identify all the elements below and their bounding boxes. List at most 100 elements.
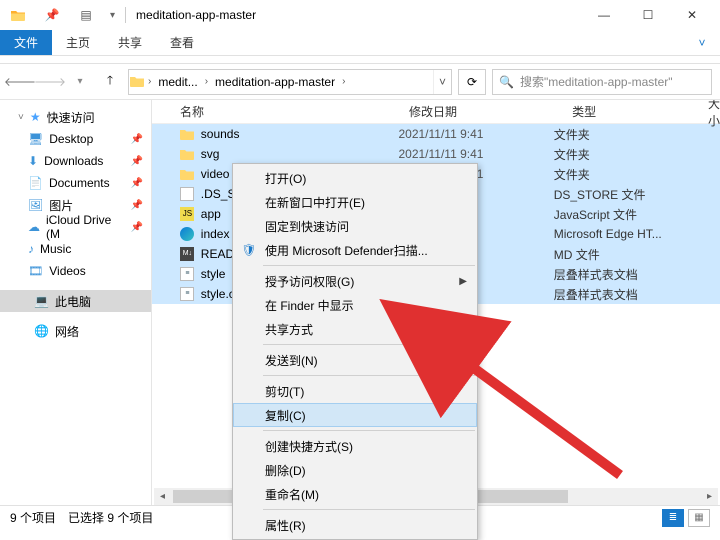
ribbon-expand-icon[interactable]: ˅ (684, 30, 720, 55)
search-input[interactable]: 🔍 搜索"meditation-app-master" (492, 69, 712, 95)
chevron-right-icon: ▶ (459, 276, 467, 287)
table-row[interactable]: svg2021/11/11 9:41文件夹 (152, 144, 720, 164)
tab-home[interactable]: 主页 (52, 30, 104, 55)
file-icon (180, 166, 195, 182)
scroll-left-icon[interactable]: ◂ (154, 488, 171, 505)
col-type[interactable]: 类型 (572, 103, 708, 120)
chevron-right-icon[interactable]: › (339, 76, 348, 87)
ctx-rename[interactable]: 重命名(M) (233, 482, 477, 506)
file-date: 2021/11/11 9:41 (398, 147, 553, 161)
music-icon: ♪ (28, 242, 34, 256)
ctx-share-with[interactable]: 共享方式▶ (233, 317, 477, 341)
desktop-icon: 🖥 (28, 132, 43, 146)
ctx-show-in-finder[interactable]: 在 Finder 中显示 (233, 293, 477, 317)
address-bar-row: 🡐 🡒 ▾ 🡑 › medit... › meditation-app-mast… (0, 64, 720, 100)
ctx-cut[interactable]: 剪切(T) (233, 379, 477, 403)
chevron-right-icon[interactable]: › (145, 76, 154, 87)
file-icon (180, 126, 195, 142)
address-dropdown-icon[interactable]: ˅ (433, 70, 451, 94)
view-large-button[interactable]: ▦ (688, 509, 710, 527)
star-icon: ★ (30, 110, 41, 124)
sidebar-this-pc[interactable]: 💻此电脑 (0, 290, 151, 312)
sidebar-item-videos[interactable]: 🎞Videos (0, 260, 151, 282)
sidebar-item-documents[interactable]: 📄Documents📌 (0, 172, 151, 194)
view-details-button[interactable]: ≣ (662, 509, 684, 527)
col-date[interactable]: 修改日期 (409, 103, 572, 120)
sidebar-item-downloads[interactable]: ⬇Downloads📌 (0, 150, 151, 172)
crumb-parent[interactable]: medit... (154, 70, 201, 94)
file-type: 层叠样式表文档 (554, 266, 720, 283)
file-icon: M↓ (180, 246, 195, 262)
sidebar-network[interactable]: 🌐网络 (0, 320, 151, 342)
col-size[interactable]: 大小 (708, 100, 720, 129)
nav-forward-button[interactable]: 🡒 (38, 70, 62, 94)
file-type: MD 文件 (554, 246, 720, 263)
minimize-button[interactable]: — (582, 0, 626, 30)
context-menu: 打开(O) 在新窗口中打开(E) 固定到快速访问 🛡使用 Microsoft D… (232, 163, 478, 540)
maximize-button[interactable]: ☐ (626, 0, 670, 30)
ctx-pin-quick-access[interactable]: 固定到快速访问 (233, 214, 477, 238)
file-icon: ≡ (180, 286, 195, 302)
file-type: 文件夹 (554, 166, 720, 183)
column-headers: 名称 修改日期 类型 大小 (152, 100, 720, 124)
file-icon (180, 146, 195, 162)
file-icon (180, 226, 195, 242)
ribbon-body (0, 56, 720, 64)
col-name[interactable]: 名称 (180, 103, 409, 120)
file-icon (180, 186, 195, 202)
documents-icon: 📄 (28, 176, 43, 190)
properties-icon[interactable]: ▤ (78, 7, 94, 23)
file-type: 文件夹 (554, 146, 720, 163)
nav-recent-button[interactable]: ▾ (68, 70, 92, 94)
chevron-right-icon: ▶ (459, 324, 467, 335)
file-icon: JS (180, 206, 195, 222)
network-icon: 🌐 (34, 324, 49, 338)
sidebar-item-music[interactable]: ♪Music (0, 238, 151, 260)
tab-view[interactable]: 查看 (156, 30, 208, 55)
sidebar-item-icloud[interactable]: ☁iCloud Drive (M📌 (0, 216, 151, 238)
tab-share[interactable]: 共享 (104, 30, 156, 55)
ctx-open[interactable]: 打开(O) (233, 166, 477, 190)
breadcrumb[interactable]: › medit... › meditation-app-master › ˅ (128, 69, 452, 95)
status-selected-count: 已选择 9 个项目 (68, 509, 153, 526)
file-type: DS_STORE 文件 (554, 186, 720, 203)
pictures-icon: 🖼 (28, 198, 43, 212)
nav-up-button[interactable]: 🡑 (98, 70, 122, 94)
chevron-right-icon[interactable]: › (202, 76, 211, 87)
ctx-open-new-window[interactable]: 在新窗口中打开(E) (233, 190, 477, 214)
ctx-send-to[interactable]: 发送到(N)▶ (233, 348, 477, 372)
ctx-delete[interactable]: 删除(D) (233, 458, 477, 482)
pc-icon: 💻 (34, 294, 49, 308)
chevron-right-icon: ▶ (459, 355, 467, 366)
nav-back-button[interactable]: 🡐 (8, 70, 32, 94)
shield-icon: 🛡 (241, 242, 257, 258)
close-button[interactable]: ✕ (670, 0, 714, 30)
file-type: Microsoft Edge HT... (554, 227, 720, 241)
file-name: sounds (201, 127, 399, 141)
sidebar-item-desktop[interactable]: 🖥Desktop📌 (0, 128, 151, 150)
file-type: 层叠样式表文档 (554, 286, 720, 303)
ctx-properties[interactable]: 属性(R) (233, 513, 477, 537)
file-type: JavaScript 文件 (554, 206, 720, 223)
crumb-current[interactable]: meditation-app-master (211, 70, 339, 94)
file-tab[interactable]: 文件 (0, 30, 52, 55)
file-name: svg (201, 147, 399, 161)
file-icon: ≡ (180, 266, 195, 282)
file-date: 2021/11/11 9:41 (398, 127, 553, 141)
divider (125, 7, 126, 23)
ribbon-tabs: 文件 主页 共享 查看 ˅ (0, 30, 720, 56)
title-bar: 📌 ▤ ▾ meditation-app-master — ☐ ✕ (0, 0, 720, 30)
status-item-count: 9 个项目 (10, 509, 56, 526)
ctx-copy[interactable]: 复制(C) (233, 403, 477, 427)
videos-icon: 🎞 (28, 264, 43, 278)
table-row[interactable]: sounds2021/11/11 9:41文件夹 (152, 124, 720, 144)
pin-icon[interactable]: 📌 (44, 7, 60, 23)
scroll-right-icon[interactable]: ▸ (701, 488, 718, 505)
qat-sep: ▾ (110, 10, 115, 21)
folder-icon (10, 7, 26, 23)
ctx-create-shortcut[interactable]: 创建快捷方式(S) (233, 434, 477, 458)
ctx-defender-scan[interactable]: 🛡使用 Microsoft Defender扫描... (233, 238, 477, 262)
refresh-button[interactable]: ⟳ (458, 69, 486, 95)
ctx-grant-access[interactable]: 授予访问权限(G)▶ (233, 269, 477, 293)
sidebar-quick-access[interactable]: ˅ ★ 快速访问 (0, 106, 151, 128)
